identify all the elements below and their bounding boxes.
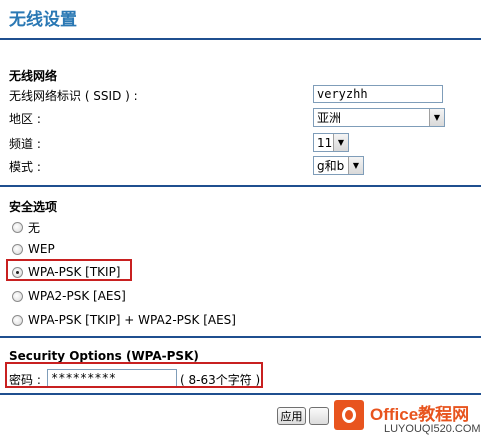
security-option-wpa2-psk[interactable]: WPA2-PSK [AES] bbox=[12, 289, 126, 303]
password-highlight bbox=[5, 362, 263, 388]
section-divider bbox=[0, 185, 481, 187]
channel-label: 频道 : bbox=[9, 137, 41, 151]
radio-icon bbox=[12, 314, 23, 326]
security-section-title: 安全选项 bbox=[9, 200, 58, 214]
ssid-input[interactable]: veryzhh bbox=[313, 85, 443, 103]
radio-icon bbox=[12, 290, 23, 302]
security-option-label: WPA2-PSK [AES] bbox=[28, 289, 126, 303]
chevron-down-icon: ▼ bbox=[348, 157, 363, 174]
region-select[interactable]: 亚洲 ▼ bbox=[313, 108, 445, 127]
security-option-label: WPA-PSK [TKIP] + WPA2-PSK [AES] bbox=[28, 313, 236, 327]
security-option-label: 无 bbox=[28, 221, 41, 235]
page-title: 无线设置 bbox=[9, 10, 77, 30]
watermark-site: LUYOUQI520.COM bbox=[384, 423, 481, 435]
wireless-section-title: 无线网络 bbox=[9, 69, 58, 83]
mode-value: g和b bbox=[317, 159, 345, 173]
ssid-label: 无线网络标识 ( SSID ) : bbox=[9, 89, 138, 103]
wpa-section-title: Security Options (WPA-PSK) bbox=[9, 349, 199, 363]
section-divider bbox=[0, 393, 481, 395]
section-divider bbox=[0, 336, 481, 338]
radio-icon bbox=[12, 243, 23, 255]
office-logo-icon bbox=[334, 400, 364, 430]
watermark: Office教程网 LUYOUQI520.COM bbox=[330, 396, 481, 447]
chevron-down-icon: ▼ bbox=[333, 134, 348, 151]
wpa-psk-highlight bbox=[6, 259, 132, 281]
apply-button[interactable]: 应用 bbox=[277, 407, 306, 425]
radio-icon bbox=[12, 222, 23, 233]
security-option-wep[interactable]: WEP bbox=[12, 242, 55, 256]
chevron-down-icon: ▼ bbox=[429, 109, 444, 126]
mode-select[interactable]: g和b ▼ bbox=[313, 156, 364, 175]
watermark-name: Office教程网 bbox=[370, 405, 470, 424]
title-divider bbox=[0, 38, 481, 40]
security-option-label: WEP bbox=[28, 242, 55, 256]
security-option-none[interactable]: 无 bbox=[12, 219, 40, 236]
region-label: 地区 : bbox=[9, 112, 41, 126]
channel-value: 11 bbox=[317, 135, 333, 150]
mode-label: 模式 : bbox=[9, 160, 41, 174]
security-option-wpa-wpa2[interactable]: WPA-PSK [TKIP] + WPA2-PSK [AES] bbox=[12, 313, 236, 327]
channel-select[interactable]: 11 ▼ bbox=[313, 133, 349, 152]
region-value: 亚洲 bbox=[317, 111, 342, 125]
next-button[interactable] bbox=[309, 407, 329, 425]
